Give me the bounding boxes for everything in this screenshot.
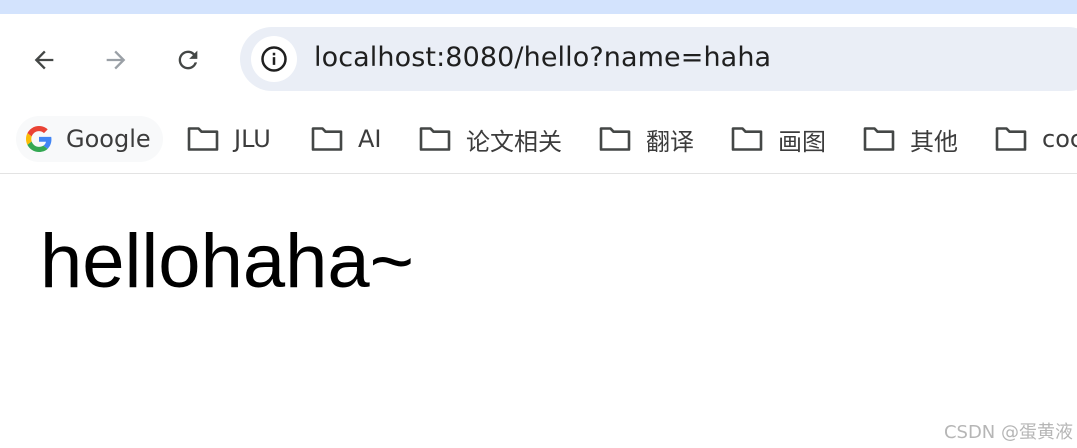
watermark: CSDN @蛋黄液: [943, 422, 1073, 443]
folder-icon: [863, 127, 895, 151]
bookmark-label: 翻译: [646, 127, 694, 156]
bookmark-folder-drawing[interactable]: 画图: [730, 116, 826, 162]
folder-icon: [311, 127, 343, 151]
bookmark-folder-ai[interactable]: AI: [310, 116, 382, 162]
bookmark-folder-translate[interactable]: 翻译: [598, 116, 694, 162]
bookmarks-bar: Google JLU AI 论文相关 翻译 画图 其他 coc: [0, 104, 1077, 174]
bookmark-label: coc: [1042, 125, 1077, 153]
info-circle-icon: [261, 46, 287, 72]
window-top-strip: [0, 0, 1077, 14]
forward-button[interactable]: [98, 42, 134, 78]
bookmark-label: 画图: [778, 127, 826, 156]
address-bar[interactable]: localhost:8080/hello?name=haha: [240, 27, 1077, 91]
page-body-text: hellohaha~: [40, 219, 415, 304]
arrow-right-icon: [106, 50, 126, 70]
bookmark-label: AI: [358, 125, 382, 153]
bookmark-label: 论文相关: [466, 127, 562, 156]
browser-toolbar: localhost:8080/hello?name=haha: [0, 14, 1077, 104]
folder-icon: [599, 127, 631, 151]
site-info-button[interactable]: [251, 36, 297, 82]
bookmark-folder-jlu[interactable]: JLU: [186, 116, 271, 162]
folder-icon: [995, 127, 1027, 151]
bookmark-folder-papers[interactable]: 论文相关: [418, 116, 562, 162]
bookmark-google[interactable]: Google: [16, 116, 163, 162]
bookmark-label: JLU: [234, 125, 271, 153]
back-button[interactable]: [26, 42, 62, 78]
folder-icon: [731, 127, 763, 151]
folder-icon: [187, 127, 219, 151]
url-text[interactable]: localhost:8080/hello?name=haha: [314, 42, 771, 73]
bookmark-folder-other[interactable]: 其他: [862, 116, 958, 162]
bookmark-folder-coc[interactable]: coc: [994, 116, 1077, 162]
page-content: hellohaha~ CSDN @蛋黄液: [0, 174, 1077, 448]
bookmark-label: Google: [66, 125, 151, 153]
reload-button[interactable]: [170, 42, 206, 78]
reload-icon: [178, 50, 198, 70]
bookmark-label: 其他: [910, 127, 958, 156]
folder-icon: [419, 127, 451, 151]
arrow-left-icon: [34, 50, 54, 70]
google-g-icon: [26, 126, 52, 152]
